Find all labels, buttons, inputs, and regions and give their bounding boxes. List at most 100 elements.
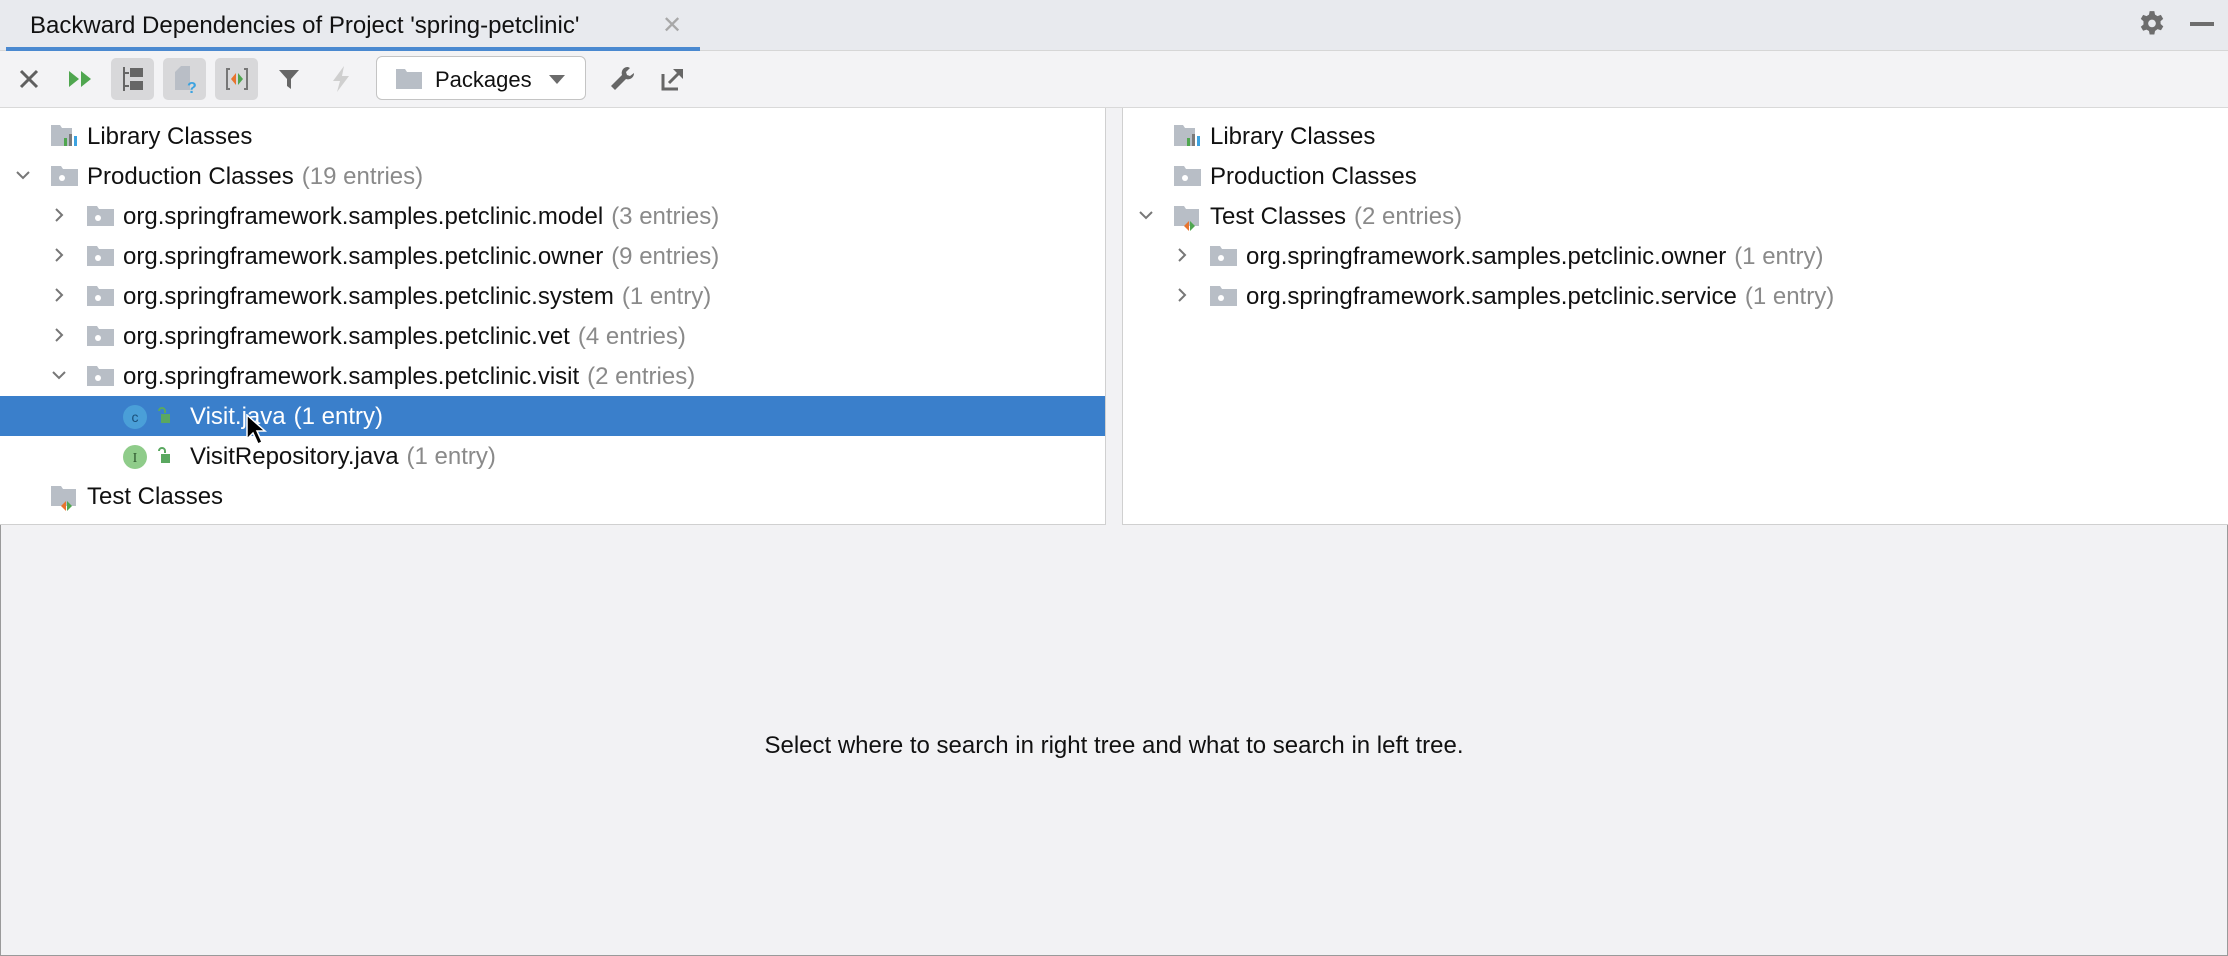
panel-splitter[interactable] [1106, 108, 1122, 525]
folder-icon [396, 69, 422, 89]
tree-row-label: Production Classes (19 entries) [87, 163, 423, 191]
package-icon [1209, 244, 1239, 273]
chevron-right-icon[interactable] [1173, 246, 1191, 264]
tree-row[interactable]: org.springframework.samples.petclinic.ve… [0, 316, 1105, 356]
tree-row-label: org.springframework.samples.petclinic.se… [1246, 283, 1834, 311]
test-folder-icon [50, 484, 80, 517]
usage-message: Select where to search in right tree and… [764, 732, 1464, 759]
tree-row-label: org.springframework.samples.petclinic.sy… [123, 283, 711, 311]
lightning-icon [332, 66, 349, 92]
chevron-right-icon[interactable] [50, 326, 68, 344]
tree-row-count: (3 entries) [611, 203, 720, 230]
tree-row-name: VisitRepository.java [190, 443, 399, 470]
tree-row-label: Test Classes (2 entries) [1210, 203, 1462, 231]
chevron-down-icon [549, 75, 565, 84]
tree-row-name: Library Classes [1210, 123, 1376, 150]
tree-row[interactable]: c Visit.java (1 entry) [0, 396, 1105, 436]
tree-row[interactable]: Production Classes [1123, 156, 2228, 196]
tree-row-count: (2 entries) [1354, 203, 1463, 230]
cyclic-arrows-icon [225, 68, 248, 90]
tree-row[interactable]: Test Classes (2 entries) [1123, 196, 2228, 236]
right-tree[interactable]: Library Classes Production Classes Test Cl… [1122, 108, 2228, 525]
hierarchy-icon [122, 67, 143, 91]
tree-row[interactable]: org.springframework.samples.petclinic.mo… [0, 196, 1105, 236]
close-button[interactable] [7, 58, 50, 100]
tree-row-name: org.springframework.samples.petclinic.ow… [123, 243, 604, 270]
tree-row-label: Visit.java (1 entry) [190, 403, 383, 431]
rerun-button[interactable] [59, 58, 102, 100]
close-icon[interactable]: ✕ [662, 11, 682, 40]
tree-row[interactable]: Library Classes [1123, 116, 2228, 156]
package-icon [1209, 284, 1239, 313]
tree-row-label: Production Classes [1210, 163, 1417, 191]
chevron-right-icon[interactable] [1173, 286, 1191, 304]
tree-row[interactable]: org.springframework.samples.petclinic.ow… [0, 236, 1105, 276]
tree-row-name: org.springframework.samples.petclinic.ve… [123, 323, 570, 350]
double-play-icon [68, 71, 91, 87]
tree-row-name: Visit.java [190, 403, 286, 430]
filter-button[interactable] [267, 58, 310, 100]
tree-row-name: org.springframework.samples.petclinic.ow… [1246, 243, 1727, 270]
tree-row[interactable]: Test Classes [0, 476, 1105, 516]
tree-row-count: (19 entries) [301, 163, 424, 190]
chevron-right-icon[interactable] [50, 206, 68, 224]
unknown-file-icon: ? [174, 66, 196, 94]
tree-row[interactable]: Production Classes (19 entries) [0, 156, 1105, 196]
library-icon [1173, 124, 1203, 153]
folder-icon [1173, 164, 1203, 193]
tree-row-name: Library Classes [87, 123, 253, 150]
export-button[interactable] [651, 58, 694, 100]
tree-row-label: org.springframework.samples.petclinic.mo… [123, 203, 719, 231]
tree-row-count: (2 entries) [587, 363, 696, 390]
svg-text:I: I [133, 451, 138, 466]
tree-row[interactable]: org.springframework.samples.petclinic.vi… [0, 356, 1105, 396]
tab-title: Backward Dependencies of Project 'spring… [30, 12, 580, 39]
tree-row[interactable]: org.springframework.samples.petclinic.se… [1123, 276, 2228, 316]
mouse-cursor-icon [246, 414, 267, 446]
show-unknown-button[interactable]: ? [163, 58, 206, 100]
tree-row-label: VisitRepository.java (1 entry) [190, 443, 496, 471]
chevron-down-icon[interactable] [50, 366, 68, 384]
tree-row-name: Production Classes [87, 163, 294, 190]
tree-row-count: (1 entry) [1744, 283, 1835, 310]
package-icon [86, 324, 116, 353]
tree-row[interactable]: I VisitRepository.java (1 entry) [0, 436, 1105, 476]
mark-cyclic-button[interactable] [215, 58, 258, 100]
chevron-right-icon[interactable] [50, 286, 68, 304]
gear-icon[interactable] [2138, 10, 2166, 38]
tree-row-name: Production Classes [1210, 163, 1417, 190]
minimize-icon[interactable] [2190, 22, 2214, 26]
svg-text:c: c [132, 409, 139, 425]
wrench-icon [610, 66, 634, 90]
class-icon: c [122, 404, 182, 435]
folder-icon [50, 164, 80, 193]
tree-row[interactable]: org.springframework.samples.petclinic.sy… [0, 276, 1105, 316]
tree-row-label: org.springframework.samples.petclinic.ow… [1246, 243, 1824, 271]
scope-selector-value: Packages [435, 67, 532, 92]
tree-row-name: org.springframework.samples.petclinic.se… [1246, 283, 1737, 310]
settings-button[interactable] [600, 58, 643, 100]
package-icon [86, 364, 116, 393]
chevron-down-icon[interactable] [14, 166, 32, 184]
tree-row[interactable]: Library Classes [0, 116, 1105, 156]
edit-rules-button[interactable] [319, 58, 362, 100]
chevron-down-icon[interactable] [1137, 206, 1155, 224]
scope-selector[interactable]: Packages [376, 56, 586, 100]
tree-row-name: Test Classes [1210, 203, 1347, 230]
toolbar: ? Packages [0, 51, 2228, 108]
tree-row-label: Library Classes [87, 123, 252, 151]
tool-window-header: Backward Dependencies of Project 'spring… [0, 0, 2228, 52]
flatten-packages-button[interactable] [111, 58, 154, 100]
chevron-right-icon[interactable] [50, 246, 68, 264]
close-icon [19, 69, 38, 89]
tree-row-count: (1 entry) [1734, 243, 1824, 270]
left-tree[interactable]: Library Classes Production Classes (19 ent… [0, 108, 1106, 525]
tree-row[interactable]: org.springframework.samples.petclinic.ow… [1123, 236, 2228, 276]
tree-row-name: org.springframework.samples.petclinic.vi… [123, 363, 580, 390]
tree-row-label: org.springframework.samples.petclinic.ow… [123, 243, 719, 271]
tree-row-label: Test Classes [87, 483, 223, 511]
tree-row-count: (1 entry) [406, 443, 496, 470]
tab-backward-dependencies[interactable]: Backward Dependencies of Project 'spring… [6, 0, 700, 52]
tree-row-name: org.springframework.samples.petclinic.sy… [123, 283, 614, 310]
package-icon [86, 244, 116, 273]
